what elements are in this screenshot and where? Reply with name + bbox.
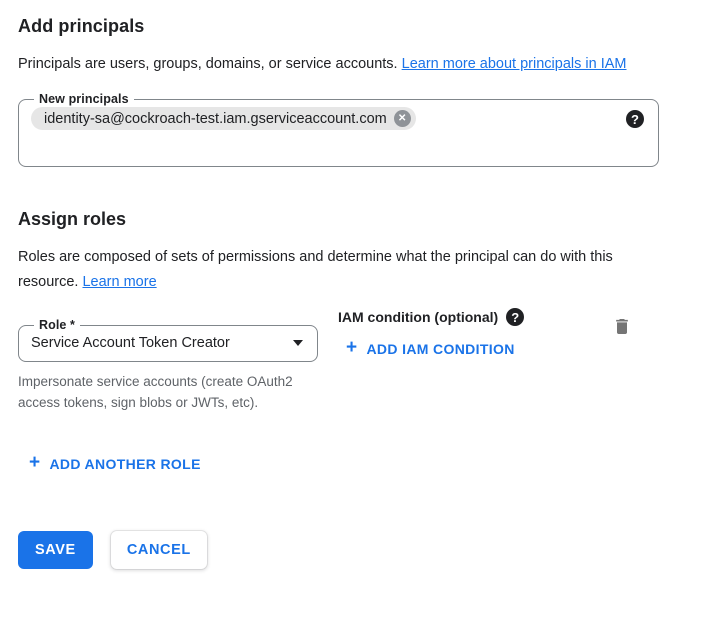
plus-icon: + — [29, 453, 40, 472]
dropdown-arrow-icon — [293, 340, 303, 346]
page-title: Add principals — [18, 16, 695, 37]
add-another-role-label: ADD ANOTHER ROLE — [49, 456, 200, 472]
add-iam-condition-button[interactable]: + ADD IAM CONDITION — [346, 339, 515, 358]
role-select-value-row[interactable]: Service Account Token Creator — [31, 335, 305, 351]
principals-description: Principals are users, groups, domains, o… — [18, 52, 668, 77]
principal-chip[interactable]: identity-sa@cockroach-test.iam.gservicea… — [31, 107, 416, 130]
assign-roles-title: Assign roles — [18, 209, 695, 230]
iam-condition-label-row: IAM condition (optional) ? — [338, 308, 524, 326]
principals-help-icon[interactable]: ? — [626, 110, 644, 128]
delete-role-column — [610, 303, 634, 342]
add-another-role-button[interactable]: + ADD ANOTHER ROLE — [29, 454, 201, 473]
role-row: Role * Service Account Token Creator Imp… — [18, 303, 695, 413]
learn-more-roles-link[interactable]: Learn more — [82, 274, 156, 290]
new-principals-field[interactable]: New principals identity-sa@cockroach-tes… — [18, 92, 659, 167]
trash-icon — [612, 325, 632, 340]
principal-chip-label: identity-sa@cockroach-test.iam.gservicea… — [44, 111, 387, 127]
iam-condition-column: IAM condition (optional) ? + ADD IAM CON… — [338, 303, 524, 359]
new-principals-input-area[interactable]: identity-sa@cockroach-test.iam.gservicea… — [31, 107, 646, 130]
cancel-button[interactable]: CANCEL — [111, 531, 207, 569]
save-button[interactable]: SAVE — [18, 531, 93, 569]
roles-description: Roles are composed of sets of permission… — [18, 245, 644, 295]
new-principals-label: New principals — [34, 92, 134, 106]
role-label: Role * — [34, 318, 80, 332]
chip-close-icon[interactable]: ✕ — [394, 110, 411, 127]
role-select[interactable]: Role * Service Account Token Creator — [18, 318, 318, 362]
role-column: Role * Service Account Token Creator Imp… — [18, 303, 318, 413]
plus-icon: + — [346, 338, 357, 357]
footer-actions: SAVE CANCEL — [18, 531, 695, 569]
iam-condition-help-icon[interactable]: ? — [506, 308, 524, 326]
learn-more-principals-link[interactable]: Learn more about principals in IAM — [402, 56, 627, 72]
delete-role-button[interactable] — [610, 314, 634, 342]
add-iam-condition-label: ADD IAM CONDITION — [366, 341, 514, 357]
role-selected-value: Service Account Token Creator — [31, 335, 230, 351]
role-helper-text: Impersonate service accounts (create OAu… — [18, 371, 303, 413]
add-principals-panel: Add principals Principals are users, gro… — [0, 0, 713, 569]
principals-description-text: Principals are users, groups, domains, o… — [18, 56, 402, 72]
iam-condition-label: IAM condition (optional) — [338, 309, 498, 325]
